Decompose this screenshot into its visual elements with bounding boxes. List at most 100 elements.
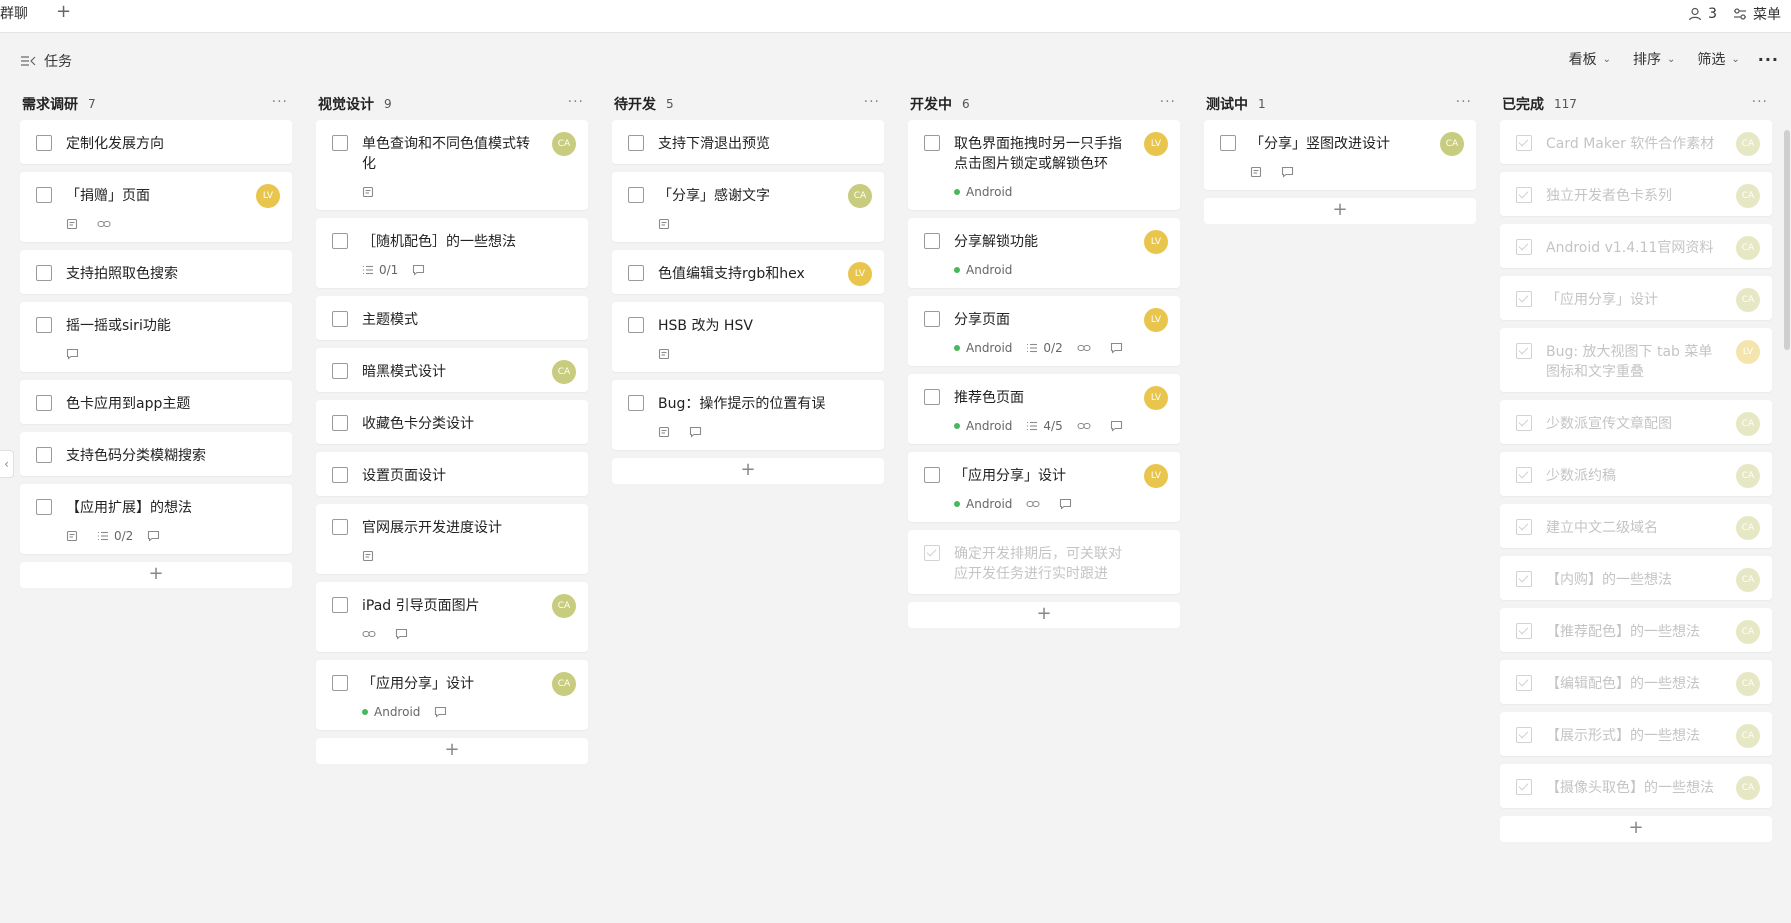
task-card[interactable]: 少数派宣传文章配图 CA [1500,400,1772,444]
members-button[interactable]: 3 [1688,6,1717,22]
assignee-avatar[interactable]: LV [1144,386,1168,410]
task-checkbox[interactable] [628,135,644,151]
task-card[interactable]: 「应用分享」设计 CA Android [316,660,588,730]
assignee-avatar[interactable]: CA [1736,724,1760,748]
task-card[interactable]: Bug: 放大视图下 tab 菜单图标和文字重叠 LV [1500,328,1772,392]
task-checkbox[interactable] [1516,343,1532,359]
task-card[interactable]: 「分享」感谢文字 CA [612,172,884,242]
task-card[interactable]: 【推荐配色】的一些想法 CA [1500,608,1772,652]
chat-tab[interactable]: 群聊 [0,3,28,23]
task-card[interactable]: 少数派约稿 CA [1500,452,1772,496]
task-checkbox[interactable] [332,597,348,613]
task-card[interactable]: ［随机配色］的一些想法 0/1 [316,218,588,288]
scrollbar[interactable] [1784,130,1790,350]
task-checkbox[interactable] [332,415,348,431]
task-checkbox[interactable] [1516,239,1532,255]
task-checkbox[interactable] [332,467,348,483]
task-checkbox[interactable] [628,317,644,333]
task-card[interactable]: 分享页面 LV Android 0/2 [908,296,1180,366]
task-checkbox[interactable] [924,311,940,327]
task-card[interactable]: 收藏色卡分类设计 [316,400,588,444]
task-card[interactable]: 摇一摇或siri功能 [20,302,292,372]
add-card-button[interactable]: + [1204,198,1476,224]
assignee-avatar[interactable]: CA [1736,568,1760,592]
assignee-avatar[interactable]: CA [1736,672,1760,696]
task-checkbox[interactable] [628,395,644,411]
task-checkbox[interactable] [1516,291,1532,307]
task-card[interactable]: Android v1.4.11官网资料 CA [1500,224,1772,268]
task-checkbox[interactable] [36,135,52,151]
task-card[interactable]: 定制化发展方向 [20,120,292,164]
task-card[interactable]: 支持下滑退出预览 [612,120,884,164]
task-checkbox[interactable] [628,187,644,203]
task-card[interactable]: 色卡应用到app主题 [20,380,292,424]
task-checkbox[interactable] [332,675,348,691]
task-checkbox[interactable] [1516,675,1532,691]
task-checkbox[interactable] [36,447,52,463]
task-card[interactable]: 「应用分享」设计 CA [1500,276,1772,320]
expand-panel-handle[interactable]: ‹ [0,450,14,478]
task-checkbox[interactable] [924,389,940,405]
task-card[interactable]: 支持拍照取色搜索 [20,250,292,294]
assignee-avatar[interactable]: CA [1736,620,1760,644]
task-card[interactable]: Card Maker 软件合作素材 CA [1500,120,1772,164]
task-card[interactable]: 【应用扩展】的想法 0/2 [20,484,292,554]
assignee-avatar[interactable]: LV [1736,340,1760,364]
column-more-button[interactable]: ··· [1456,94,1472,110]
task-checkbox[interactable] [924,233,940,249]
task-card[interactable]: 支持色码分类模糊搜索 [20,432,292,476]
column-more-button[interactable]: ··· [1752,94,1768,110]
assignee-avatar[interactable]: CA [552,672,576,696]
task-checkbox[interactable] [1220,135,1236,151]
task-card[interactable]: 「捐赠」页面 LV [20,172,292,242]
assignee-avatar[interactable]: CA [1736,236,1760,260]
task-card[interactable]: 独立开发者色卡系列 CA [1500,172,1772,216]
add-card-button[interactable]: + [908,602,1180,628]
task-card[interactable]: 「分享」竖图改进设计 CA [1204,120,1476,190]
menu-button[interactable]: 菜单 [1733,4,1781,24]
task-card[interactable]: 【摄像头取色】的一些想法 CA [1500,764,1772,808]
filter-dropdown[interactable]: 筛选 ⌄ [1697,49,1739,69]
task-card[interactable]: 取色界面拖拽时另一只手指点击图片锁定或解锁色环 LV Android [908,120,1180,210]
task-checkbox[interactable] [332,311,348,327]
task-checkbox[interactable] [36,395,52,411]
column-more-button[interactable]: ··· [864,94,880,110]
assignee-avatar[interactable]: CA [1736,184,1760,208]
task-checkbox[interactable] [36,499,52,515]
assignee-avatar[interactable]: LV [1144,132,1168,156]
assignee-avatar[interactable]: CA [1440,132,1464,156]
task-checkbox[interactable] [1516,727,1532,743]
task-card[interactable]: 分享解锁功能 LV Android [908,218,1180,288]
task-checkbox[interactable] [1516,623,1532,639]
task-checkbox[interactable] [36,187,52,203]
assignee-avatar[interactable]: CA [552,594,576,618]
task-checkbox[interactable] [1516,519,1532,535]
task-checkbox[interactable] [332,519,348,535]
task-checkbox[interactable] [924,135,940,151]
add-card-button[interactable]: + [612,458,884,484]
assignee-avatar[interactable]: CA [1736,516,1760,540]
task-card[interactable]: 单色查询和不同色值模式转化 CA [316,120,588,210]
assignee-avatar[interactable]: LV [1144,464,1168,488]
task-card[interactable]: 【展示形式】的一些想法 CA [1500,712,1772,756]
add-card-button[interactable]: + [316,738,588,764]
task-card[interactable]: 推荐色页面 LV Android 4/5 [908,374,1180,444]
assignee-avatar[interactable]: CA [552,360,576,384]
task-card[interactable]: 【编辑配色】的一些想法 CA [1500,660,1772,704]
sort-dropdown[interactable]: 排序 ⌄ [1633,49,1675,69]
task-card[interactable]: 【内购】的一些想法 CA [1500,556,1772,600]
assignee-avatar[interactable]: CA [1736,412,1760,436]
task-checkbox[interactable] [1516,415,1532,431]
task-card[interactable]: 「应用分享」设计 LV Android [908,452,1180,522]
add-tab-button[interactable]: + [56,2,71,22]
assignee-avatar[interactable]: LV [1144,230,1168,254]
task-card[interactable]: 主题模式 [316,296,588,340]
task-checkbox[interactable] [332,135,348,151]
column-more-button[interactable]: ··· [1160,94,1176,110]
task-checkbox[interactable] [332,363,348,379]
assignee-avatar[interactable]: LV [848,262,872,286]
task-card[interactable]: HSB 改为 HSV [612,302,884,372]
board-view-dropdown[interactable]: 看板 ⌄ [1569,49,1611,69]
assignee-avatar[interactable]: CA [552,132,576,156]
task-card[interactable]: iPad 引导页面图片 CA [316,582,588,652]
